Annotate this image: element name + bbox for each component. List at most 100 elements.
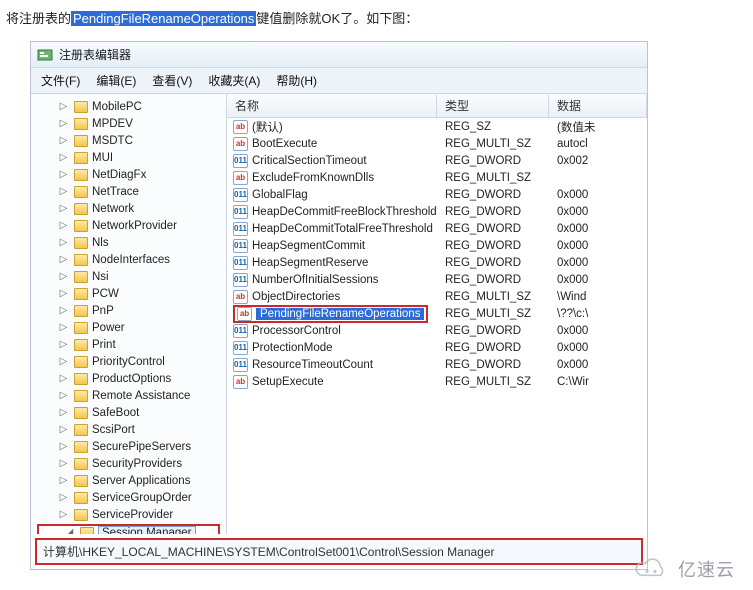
col-data[interactable]: 数据 (549, 94, 647, 117)
expand-icon[interactable]: ▷ (59, 237, 68, 248)
expand-icon[interactable]: ▷ (59, 254, 68, 265)
expand-icon[interactable]: ▷ (59, 186, 68, 197)
tree-node[interactable]: ▷PriorityControl (31, 353, 226, 370)
value-row[interactable]: abBootExecuteREG_MULTI_SZautocl (227, 135, 647, 152)
expand-icon[interactable]: ▷ (59, 373, 68, 384)
value-row[interactable]: 011ProtectionModeREG_DWORD0x000 (227, 339, 647, 356)
value-row[interactable]: abObjectDirectoriesREG_MULTI_SZ\Wind (227, 288, 647, 305)
tree-node-selected[interactable]: ◢Session Manager (37, 524, 220, 534)
folder-icon (80, 527, 94, 535)
tree-label: ScsiPort (92, 424, 135, 436)
expand-icon[interactable]: ▷ (59, 509, 68, 520)
value-row[interactable]: 011HeapSegmentReserveREG_DWORD0x000 (227, 254, 647, 271)
menu-edit[interactable]: 编辑(E) (90, 70, 142, 91)
expand-icon[interactable]: ▷ (59, 390, 68, 401)
value-name: HeapDeCommitFreeBlockThreshold (252, 206, 437, 218)
tree-node[interactable]: ▷PCW (31, 285, 226, 302)
value-row[interactable]: abPendingFileRenameOperationsREG_MULTI_S… (227, 305, 647, 322)
tree-node[interactable]: ▷SecurePipeServers (31, 438, 226, 455)
value-row[interactable]: ab(默认)REG_SZ(数值未 (227, 118, 647, 135)
value-row[interactable]: abSetupExecuteREG_MULTI_SZC:\Wir (227, 373, 647, 390)
expand-icon[interactable]: ▷ (59, 322, 68, 333)
tree-node[interactable]: ▷SecurityProviders (31, 455, 226, 472)
col-type[interactable]: 类型 (437, 94, 549, 117)
tree-node[interactable]: ▷ ScsiPort (31, 421, 226, 438)
menu-file[interactable]: 文件(F) (35, 70, 86, 91)
expand-icon[interactable]: ▷ (59, 475, 68, 486)
expand-icon[interactable]: ◢ (65, 527, 74, 534)
expand-icon[interactable]: ▷ (59, 305, 68, 316)
folder-icon (74, 339, 88, 351)
folder-icon (74, 271, 88, 283)
tree-node[interactable]: ▷ Server Applications (31, 472, 226, 489)
value-name: (默认) (252, 119, 283, 135)
tree-node[interactable]: ▷MobilePC (31, 98, 226, 115)
titlebar[interactable]: 注册表编辑器 (31, 42, 647, 68)
tree-node[interactable]: ▷Network (31, 200, 226, 217)
statusbar-path: 计算机\HKEY_LOCAL_MACHINE\SYSTEM\ControlSet… (35, 538, 643, 565)
tree-node[interactable]: ▷Power (31, 319, 226, 336)
value-row[interactable]: abExcludeFromKnownDllsREG_MULTI_SZ (227, 169, 647, 186)
expand-icon[interactable]: ▷ (59, 424, 68, 435)
value-row[interactable]: 011NumberOfInitialSessionsREG_DWORD0x000 (227, 271, 647, 288)
value-row[interactable]: 011HeapDeCommitTotalFreeThresholdREG_DWO… (227, 220, 647, 237)
value-data: 0x000 (549, 359, 647, 371)
value-data: 0x000 (549, 325, 647, 337)
expand-icon[interactable]: ▷ (59, 220, 68, 231)
tree-node[interactable]: ▷SafeBoot (31, 404, 226, 421)
value-row[interactable]: 011ResourceTimeoutCountREG_DWORD0x000 (227, 356, 647, 373)
intro-highlight: PendingFileRenameOperations (71, 11, 256, 26)
value-icon: 011 (233, 205, 248, 219)
tree-label: Server Applications (92, 475, 190, 487)
expand-icon[interactable]: ▷ (59, 203, 68, 214)
tree-node[interactable]: ▷PnP (31, 302, 226, 319)
tree-node[interactable]: ▷MSDTC (31, 132, 226, 149)
value-row[interactable]: 011GlobalFlagREG_DWORD0x000 (227, 186, 647, 203)
tree-node[interactable]: ▷NetDiagFx (31, 166, 226, 183)
expand-icon[interactable]: ▷ (59, 152, 68, 163)
values-panel[interactable]: 名称 类型 数据 ab(默认)REG_SZ(数值未abBootExecuteRE… (227, 94, 647, 534)
value-row[interactable]: 011CriticalSectionTimeoutREG_DWORD0x002 (227, 152, 647, 169)
expand-icon[interactable]: ▷ (59, 288, 68, 299)
expand-icon[interactable]: ▷ (59, 458, 68, 469)
expand-icon[interactable]: ▷ (59, 356, 68, 367)
tree-node[interactable]: ▷MUI (31, 149, 226, 166)
value-name: ProtectionMode (252, 342, 333, 354)
menu-help[interactable]: 帮助(H) (270, 70, 323, 91)
expand-icon[interactable]: ▷ (59, 135, 68, 146)
folder-icon (74, 458, 88, 470)
folder-icon (74, 237, 88, 249)
tree-node[interactable]: ▷NetworkProvider (31, 217, 226, 234)
tree-node[interactable]: ▷Nsi (31, 268, 226, 285)
value-row[interactable]: 011HeapSegmentCommitREG_DWORD0x000 (227, 237, 647, 254)
folder-icon (74, 322, 88, 334)
tree-node[interactable]: ▷ProductOptions (31, 370, 226, 387)
expand-icon[interactable]: ▷ (59, 339, 68, 350)
tree-node[interactable]: ▷ServiceProvider (31, 506, 226, 523)
tree-node[interactable]: ▷ NodeInterfaces (31, 251, 226, 268)
value-icon: ab (237, 307, 252, 321)
value-row[interactable]: 011HeapDeCommitFreeBlockThresholdREG_DWO… (227, 203, 647, 220)
tree-panel[interactable]: ▷MobilePC▷MPDEV▷MSDTC▷MUI▷NetDiagFx▷NetT… (31, 94, 227, 534)
value-icon: 011 (233, 188, 248, 202)
tree-node[interactable]: ▷Remote Assistance (31, 387, 226, 404)
tree-node[interactable]: ▷NetTrace (31, 183, 226, 200)
menu-favorites[interactable]: 收藏夹(A) (202, 70, 266, 91)
expand-icon[interactable]: ▷ (59, 271, 68, 282)
expand-icon[interactable]: ▷ (59, 101, 68, 112)
expand-icon[interactable]: ▷ (59, 407, 68, 418)
value-row[interactable]: 011ProcessorControlREG_DWORD0x000 (227, 322, 647, 339)
tree-node[interactable]: ▷Nls (31, 234, 226, 251)
tree-node[interactable]: ▷ServiceGroupOrder (31, 489, 226, 506)
expand-icon[interactable]: ▷ (59, 441, 68, 452)
expand-icon[interactable]: ▷ (59, 492, 68, 503)
tree-node[interactable]: ▷MPDEV (31, 115, 226, 132)
menu-view[interactable]: 查看(V) (146, 70, 198, 91)
tree-label: NodeInterfaces (92, 254, 170, 266)
expand-icon[interactable]: ▷ (59, 118, 68, 129)
col-name[interactable]: 名称 (227, 94, 437, 117)
folder-icon (74, 169, 88, 181)
tree-node[interactable]: ▷Print (31, 336, 226, 353)
expand-icon[interactable]: ▷ (59, 169, 68, 180)
value-icon: 011 (233, 341, 248, 355)
